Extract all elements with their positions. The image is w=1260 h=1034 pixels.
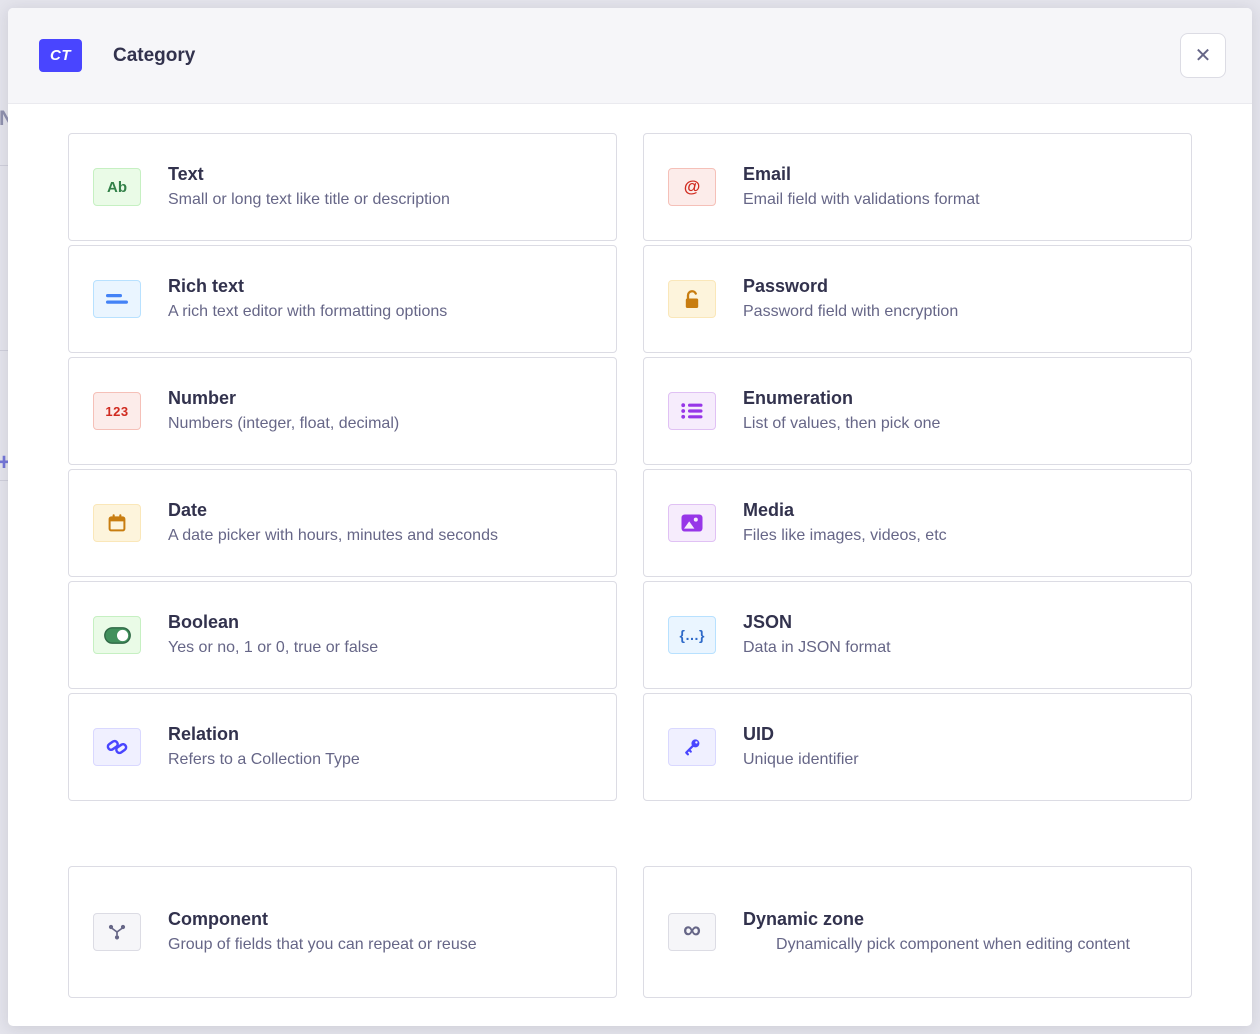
infinity-icon: ∞	[668, 913, 716, 951]
field-description: Password field with encryption	[743, 300, 1167, 323]
field-description: Numbers (integer, float, decimal)	[168, 412, 592, 435]
chain-link-icon	[93, 728, 141, 766]
close-button[interactable]: ✕	[1180, 33, 1226, 78]
field-title: Text	[168, 163, 592, 186]
field-description: Group of fields that you can repeat or r…	[168, 933, 592, 956]
key-icon	[668, 728, 716, 766]
field-title: Number	[168, 387, 592, 410]
text-lines-icon	[93, 280, 141, 318]
at-sign-icon: @	[668, 168, 716, 206]
field-description: Refers to a Collection Type	[168, 748, 592, 771]
field-description: Unique identifier	[743, 748, 1167, 771]
field-card-date[interactable]: Date A date picker with hours, minutes a…	[68, 469, 617, 577]
component-nodes-icon	[93, 913, 141, 951]
modal-body: Ab Text Small or long text like title or…	[8, 104, 1252, 998]
field-title: Boolean	[168, 611, 592, 634]
field-title: Date	[168, 499, 592, 522]
field-card-number[interactable]: 123 Number Numbers (integer, float, deci…	[68, 357, 617, 465]
field-card-boolean[interactable]: Boolean Yes or no, 1 or 0, true or false	[68, 581, 617, 689]
bullet-list-icon	[668, 392, 716, 430]
field-card-media[interactable]: Media Files like images, videos, etc	[643, 469, 1192, 577]
field-description: Data in JSON format	[743, 636, 1167, 659]
field-card-password[interactable]: Password Password field with encryption	[643, 245, 1192, 353]
background-divider	[0, 350, 8, 351]
padlock-icon	[668, 280, 716, 318]
field-description: Small or long text like title or descrip…	[168, 188, 592, 211]
field-title: Email	[743, 163, 1167, 186]
braces-icon: {…}	[668, 616, 716, 654]
field-description: Yes or no, 1 or 0, true or false	[168, 636, 592, 659]
field-card-enumeration[interactable]: Enumeration List of values, then pick on…	[643, 357, 1192, 465]
field-description: Dynamically pick component when editing …	[743, 933, 1167, 956]
collection-type-badge: CT	[39, 39, 82, 72]
field-title: Enumeration	[743, 387, 1167, 410]
field-description: List of values, then pick one	[743, 412, 1167, 435]
field-type-grid: Ab Text Small or long text like title or…	[68, 133, 1192, 801]
field-title: Relation	[168, 723, 592, 746]
background-divider	[0, 480, 8, 481]
close-icon: ✕	[1195, 46, 1212, 66]
field-title: UID	[743, 723, 1167, 746]
ab-text-icon: Ab	[93, 168, 141, 206]
field-title: Media	[743, 499, 1167, 522]
field-card-relation[interactable]: Relation Refers to a Collection Type	[68, 693, 617, 801]
field-description: A rich text editor with formatting optio…	[168, 300, 592, 323]
background-divider	[0, 165, 8, 166]
calendar-icon	[93, 504, 141, 542]
advanced-field-type-grid: Component Group of fields that you can r…	[68, 866, 1192, 998]
field-card-component[interactable]: Component Group of fields that you can r…	[68, 866, 617, 998]
field-title: Dynamic zone	[743, 908, 1167, 931]
modal-header: CT Category ✕	[8, 8, 1252, 104]
field-card-rich-text[interactable]: Rich text A rich text editor with format…	[68, 245, 617, 353]
field-card-email[interactable]: @ Email Email field with validations for…	[643, 133, 1192, 241]
field-description: A date picker with hours, minutes and se…	[168, 524, 592, 547]
field-card-json[interactable]: {…} JSON Data in JSON format	[643, 581, 1192, 689]
field-card-uid[interactable]: UID Unique identifier	[643, 693, 1192, 801]
field-card-dynamic-zone[interactable]: ∞ Dynamic zone Dynamically pick componen…	[643, 866, 1192, 998]
field-title: Rich text	[168, 275, 592, 298]
toggle-icon	[93, 616, 141, 654]
field-description: Email field with validations format	[743, 188, 1167, 211]
field-card-text[interactable]: Ab Text Small or long text like title or…	[68, 133, 617, 241]
numbers-icon: 123	[93, 392, 141, 430]
field-title: Password	[743, 275, 1167, 298]
field-title: JSON	[743, 611, 1167, 634]
field-title: Component	[168, 908, 592, 931]
field-description: Files like images, videos, etc	[743, 524, 1167, 547]
picture-icon	[668, 504, 716, 542]
select-field-modal: CT Category ✕ Ab Text Small or long text…	[8, 8, 1252, 1026]
modal-title: Category	[113, 45, 195, 67]
